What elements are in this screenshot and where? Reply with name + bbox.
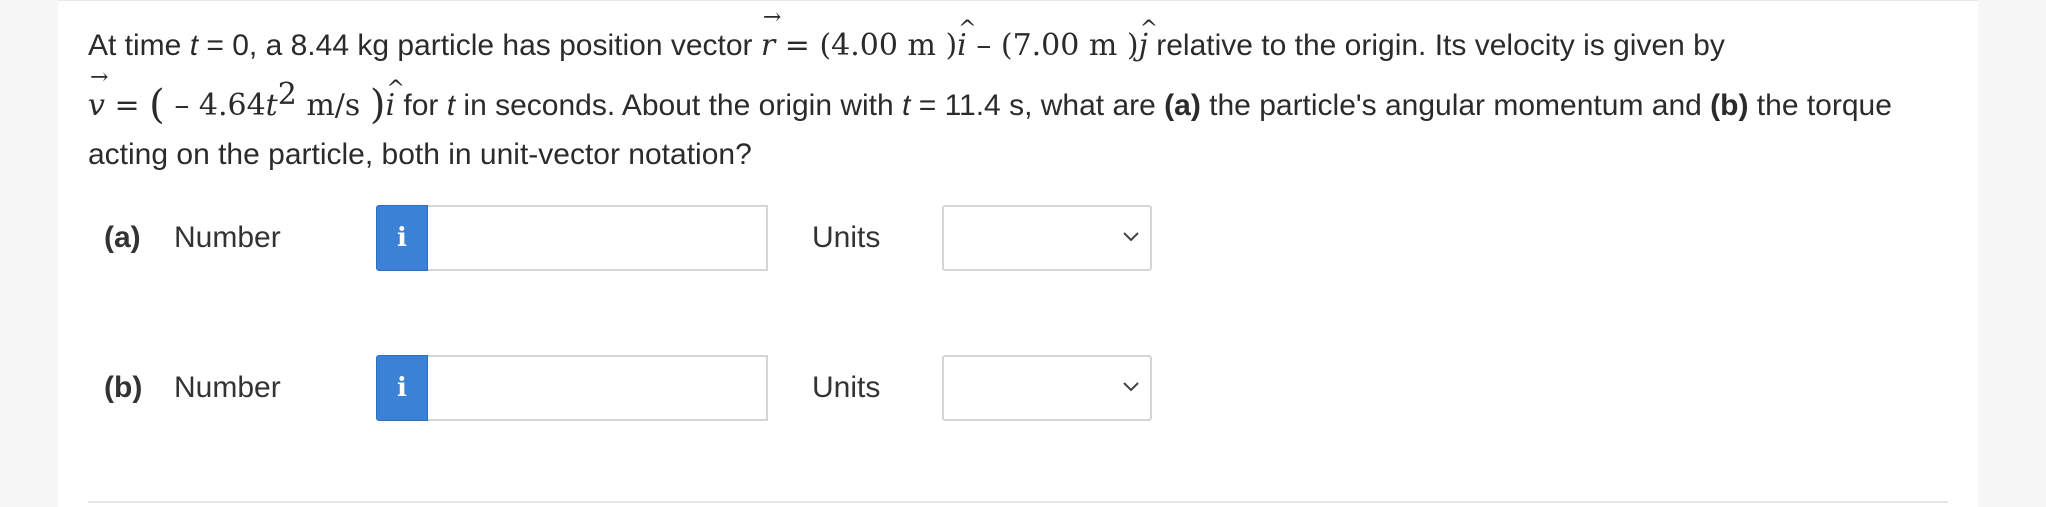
close-paren: )	[369, 82, 386, 128]
part-a-tag: (a)	[1164, 89, 1201, 122]
units-label: Units	[812, 371, 881, 404]
number-label: Number	[174, 221, 281, 254]
hat-icon: ^	[1139, 17, 1159, 42]
equals-sign: =	[775, 28, 820, 63]
equals-sign: =	[104, 88, 150, 123]
exponent: 2	[277, 77, 297, 112]
unit-vector-i: i ^	[957, 17, 976, 70]
question-text-segment: the particle's angular momentum and	[1200, 89, 1711, 122]
velocity-vector-v: v →	[88, 67, 108, 130]
question-text-segment: in seconds. About the origin with	[455, 89, 903, 122]
info-icon-glyph: i	[397, 373, 407, 403]
info-icon[interactable]: i	[376, 205, 428, 271]
number-label: Number	[174, 371, 281, 404]
units-dropdown[interactable]	[942, 205, 1152, 271]
variable-t: t	[189, 29, 199, 62]
question-text-segment: = 0, a 8.44 kg particle has position vec…	[198, 29, 761, 62]
variable-v: v	[88, 88, 105, 123]
answer-row-b: (b) Number i Units	[104, 355, 1204, 421]
chevron-down-icon	[1123, 232, 1139, 242]
info-icon[interactable]: i	[376, 355, 428, 421]
chevron-down-icon	[1123, 382, 1139, 392]
question-text: At time t = 0, a 8.44 kg particle has po…	[88, 7, 1968, 179]
part-label: (b)	[104, 371, 143, 404]
open-paren: (	[149, 82, 165, 128]
part-b-tag: (b)	[1710, 89, 1749, 122]
variable-t: t	[265, 88, 278, 123]
position-vector-r: r →	[760, 7, 781, 70]
number-input[interactable]	[428, 205, 768, 271]
question-text-segment: = 11.4 s, what are	[910, 89, 1165, 122]
unit-vector-j: j ^	[1139, 17, 1158, 70]
variable-t: t	[446, 89, 456, 122]
vector-arrow-icon: →	[762, 5, 782, 30]
part-label: (a)	[104, 221, 141, 254]
units-dropdown[interactable]	[942, 355, 1152, 421]
velocity-unit: m/s	[296, 88, 370, 123]
info-icon-glyph: i	[397, 223, 407, 253]
units-label: Units	[812, 221, 881, 254]
unit-vector-i: i ^	[385, 77, 404, 130]
divider	[88, 501, 1948, 503]
number-input[interactable]	[428, 355, 768, 421]
hat-icon: ^	[958, 17, 977, 42]
question-card: At time t = 0, a 8.44 kg particle has po…	[58, 0, 1978, 507]
answer-row-a: (a) Number i Units	[104, 205, 1204, 271]
velocity-coefficient: – 4.64	[164, 88, 266, 123]
variable-r: r	[760, 28, 776, 63]
question-text-segment: At time	[88, 29, 190, 62]
vector-arrow-icon: →	[90, 65, 109, 90]
question-text-segment: relative to the origin. Its velocity is …	[1147, 29, 1725, 62]
position-y-component: (7.00 m )	[1000, 28, 1139, 63]
position-x-component: (4.00 m )	[819, 28, 958, 63]
hat-icon: ^	[386, 77, 405, 102]
